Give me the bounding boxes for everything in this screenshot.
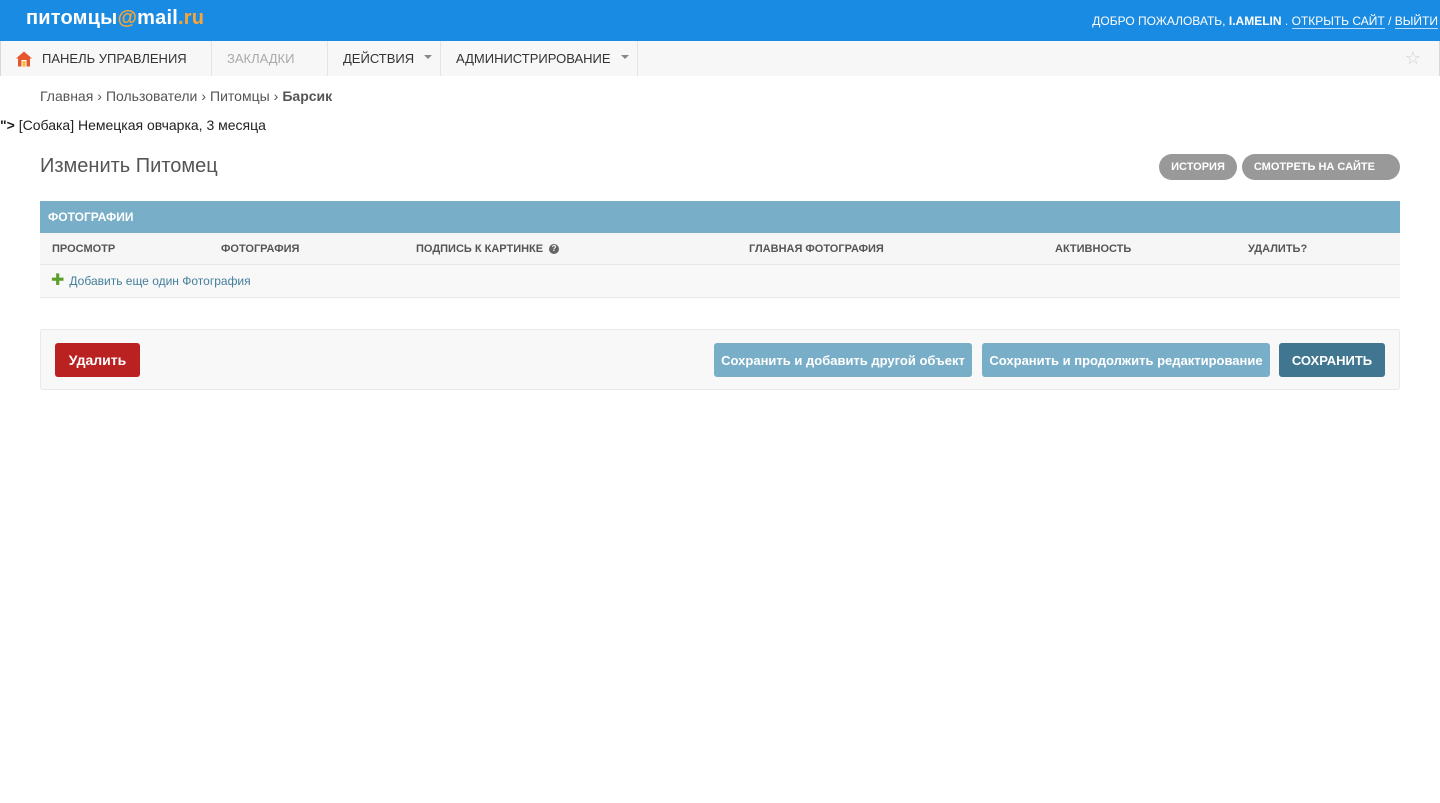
- nav-item-actions[interactable]: ДЕЙСТВИЯ: [328, 41, 441, 76]
- user-tools: ДОБРО ПОЖАЛОВАТЬ, I.AMELIN . ОТКРЫТЬ САЙ…: [1092, 14, 1438, 29]
- top-nav: ПАНЕЛЬ УПРАВЛЕНИЯ ЗАКЛАДКИ ДЕЙСТВИЯ АДМИ…: [0, 41, 1440, 76]
- stray-text: [Собака] Немецкая овчарка, 3 месяца: [14, 117, 266, 133]
- username: I.AMELIN: [1228, 14, 1282, 28]
- caret-down-icon: [424, 54, 433, 59]
- breadcrumb-pets[interactable]: Питомцы: [210, 88, 270, 104]
- open-site-link[interactable]: ОТКРЫТЬ САЙТ: [1291, 14, 1385, 29]
- breadcrumb: Главная › Пользователи › Питомцы › Барсик: [40, 88, 332, 104]
- view-on-site-button[interactable]: СМОТРЕТЬ НА САЙТЕ: [1241, 154, 1400, 180]
- column-header-active: АКТИВНОСТЬ: [1055, 243, 1132, 255]
- save-button[interactable]: СОХРАНИТЬ: [1279, 343, 1385, 377]
- column-header-caption-wrap: ПОДПИСЬ К КАРТИНКЕ?: [416, 243, 560, 255]
- user-tools-dot: .: [1284, 14, 1289, 28]
- add-another-photo-link[interactable]: Добавить еще один Фотография: [69, 274, 250, 288]
- column-header-preview: ПРОСМОТР: [52, 243, 116, 255]
- nav-item-bookmarks[interactable]: ЗАКЛАДКИ: [212, 41, 328, 76]
- breadcrumb-home[interactable]: Главная: [40, 88, 93, 104]
- nav-item-label: АДМИНИСТРИРОВАНИЕ: [456, 51, 611, 66]
- nav-item-administration[interactable]: АДМИНИСТРИРОВАНИЕ: [441, 41, 638, 76]
- logo-ru: .ru: [177, 7, 205, 29]
- delete-button[interactable]: Удалить: [55, 343, 140, 377]
- site-logo[interactable]: питомцы@mail.ru: [26, 7, 204, 30]
- site-header: питомцы@mail.ru ДОБРО ПОЖАЛОВАТЬ, I.AMEL…: [0, 0, 1440, 41]
- column-header-photo: ФОТОГРАФИЯ: [221, 243, 300, 255]
- breadcrumb-separator: ›: [97, 88, 102, 104]
- save-and-add-another-button[interactable]: Сохранить и добавить другой объект: [714, 343, 972, 377]
- user-tools-slash: /: [1388, 14, 1392, 28]
- stray-prefix: ">: [0, 117, 15, 133]
- nav-item-label: ПАНЕЛЬ УПРАВЛЕНИЯ: [42, 51, 187, 66]
- breadcrumb-users[interactable]: Пользователи: [106, 88, 197, 104]
- breadcrumb-separator: ›: [273, 88, 279, 104]
- breadcrumb-separator: ›: [201, 88, 207, 104]
- column-header-caption: ПОДПИСЬ К КАРТИНКЕ: [416, 243, 544, 255]
- logo-main: питомцы: [26, 7, 118, 29]
- logout-link[interactable]: ВЫЙТИ: [1394, 14, 1438, 29]
- photos-inline-group: ФОТОГРАФИИ ПРОСМОТР ФОТОГРАФИЯ ПОДПИСЬ К…: [40, 201, 1400, 298]
- help-icon[interactable]: ?: [549, 244, 560, 254]
- welcome-text: ДОБРО ПОЖАЛОВАТЬ,: [1092, 14, 1226, 28]
- page-title: Изменить Питомец: [40, 155, 218, 177]
- inline-table-header: ПРОСМОТР ФОТОГРАФИЯ ПОДПИСЬ К КАРТИНКЕ? …: [40, 233, 1400, 265]
- nav-item-dashboard[interactable]: ПАНЕЛЬ УПРАВЛЕНИЯ: [1, 41, 212, 76]
- column-header-delete: УДАЛИТЬ?: [1248, 243, 1308, 255]
- star-icon[interactable]: ☆: [1405, 49, 1421, 67]
- history-button[interactable]: ИСТОРИЯ: [1159, 154, 1237, 180]
- column-header-main-photo: ГЛАВНАЯ ФОТОГРАФИЯ: [749, 243, 884, 255]
- object-tools: ИСТОРИЯ СМОТРЕТЬ НА САЙТЕ: [1159, 154, 1400, 180]
- nav-item-label: ДЕЙСТВИЯ: [343, 51, 415, 66]
- add-another-row: ✚ Добавить еще один Фотография: [40, 265, 1400, 298]
- home-icon: [16, 51, 32, 66]
- inline-group-title: ФОТОГРАФИИ: [40, 201, 1400, 233]
- caret-down-icon: [620, 54, 629, 59]
- nav-item-label: ЗАКЛАДКИ: [227, 51, 295, 66]
- save-and-continue-button[interactable]: Сохранить и продолжить редактирование: [982, 343, 1270, 377]
- object-description: "> [Собака] Немецкая овчарка, 3 месяца: [0, 117, 266, 133]
- breadcrumb-current: Барсик: [282, 88, 333, 104]
- plus-icon: ✚: [51, 272, 65, 289]
- logo-at: @: [117, 7, 138, 29]
- logo-mail: mail: [137, 7, 178, 29]
- submit-row: Удалить Сохранить и добавить другой объе…: [40, 329, 1400, 390]
